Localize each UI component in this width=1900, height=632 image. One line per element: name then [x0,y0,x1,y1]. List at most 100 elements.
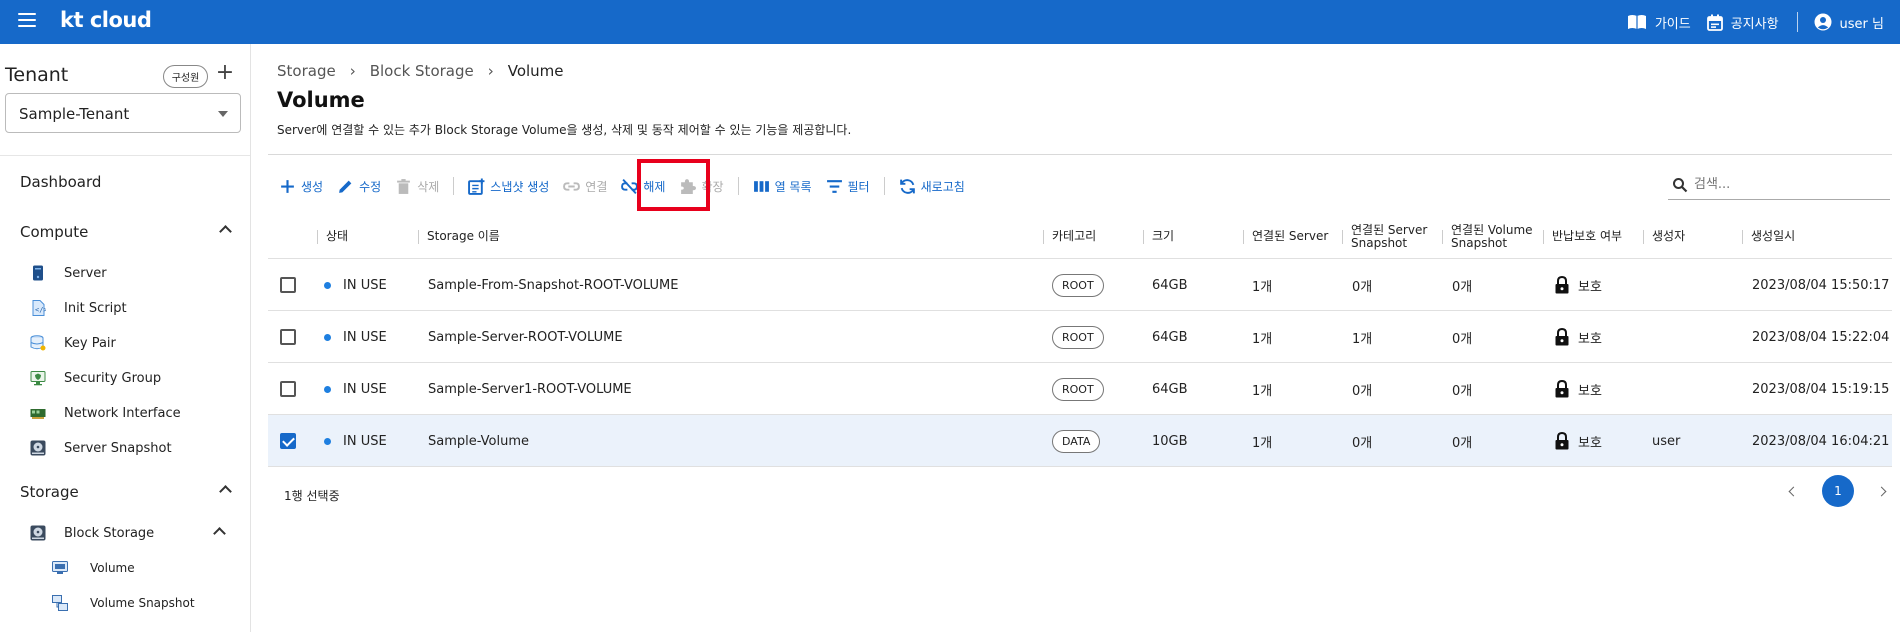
edit-button[interactable]: 수정 [337,178,381,195]
extend-label: 확장 [701,179,724,194]
database-key-icon [30,335,46,351]
status-cell: IN USE [343,433,387,449]
volume-snapshot-cell: 0개 [1452,383,1473,399]
col-divider [1342,230,1343,244]
create-snapshot-button[interactable]: 스냅샷 생성 [468,178,549,195]
col-server-snapshot-header[interactable]: 연결된 Server Snapshot [1342,214,1428,259]
col-creator-header[interactable]: 생성자 [1643,214,1685,259]
sidebar-item-init-script[interactable]: </> Init Script [30,300,127,316]
dropdown-arrow-icon [218,111,228,117]
status-dot-icon [324,281,331,289]
sidebar-item-dashboard[interactable]: Dashboard [20,173,101,191]
sidebar-item-server-snapshot[interactable]: Server Snapshot [30,440,172,456]
lock-icon [1555,328,1569,346]
sidebar-item-volume-snapshot[interactable]: Volume Snapshot [52,595,195,611]
logo-kt: kt [60,8,84,32]
sidebar-item-block-storage[interactable]: Block Storage [30,525,240,541]
create-button[interactable]: 생성 [279,178,323,195]
notice-link[interactable]: 공지사항 [1706,13,1779,32]
search-box[interactable] [1668,170,1890,200]
add-tenant-button[interactable]: + [215,62,235,86]
prev-page-icon[interactable] [1786,481,1800,501]
selected-count: 1행 선택중 [284,489,340,503]
col-label: 크기 [1152,229,1175,243]
server-snapshot-cell: 0개 [1352,435,1373,451]
kt-cloud-logo[interactable]: kt cloud [60,8,152,32]
guide-link[interactable]: 가이드 [1627,13,1691,32]
attach-button[interactable]: 연결 [563,178,607,195]
breadcrumb-separator-icon: › [349,62,356,80]
col-server-header[interactable]: 연결된 Server [1243,214,1328,259]
hamburger-menu-icon[interactable] [18,13,36,29]
volume-snapshot-cell: 0개 [1452,435,1473,451]
action-toolbar: 생성 수정 삭제 스냅샷 생성 연결 해제 확장 열 목록 필터 새로고침 [279,175,979,197]
columns-button[interactable]: 열 목록 [753,178,812,195]
row-checkbox[interactable] [280,277,296,293]
network-card-icon [30,409,46,419]
creator-cell: user [1652,433,1681,449]
sidebar-item-security-group[interactable]: Security Group [30,370,161,386]
col-divider [1243,230,1244,244]
filter-button[interactable]: 필터 [826,178,870,195]
sidebar-item-key-pair[interactable]: Key Pair [30,335,116,351]
col-divider [418,230,419,244]
sidebar-item-volume[interactable]: Volume [52,560,135,576]
row-checkbox[interactable] [280,433,296,449]
delete-label: 삭제 [417,179,440,194]
sidebar-item-label: Key Pair [64,335,116,351]
protect-cell: 보호 [1578,435,1602,451]
col-name-header[interactable]: Storage 이름 [418,214,500,259]
detach-label: 해제 [643,179,666,194]
extend-button[interactable]: 확장 [679,178,724,195]
edit-label: 수정 [359,179,382,194]
page-description: Server에 연결할 수 있는 추가 Block Storage Volume… [277,123,852,137]
header-divider [268,154,1892,155]
account-circle-icon [1814,13,1832,31]
col-protect-header[interactable]: 반납보호 여부 [1543,214,1622,259]
volume-snapshot-icon [52,595,68,611]
page-1-button[interactable]: 1 [1822,475,1854,507]
sidebar-item-network-interface[interactable]: Network Interface [30,405,181,421]
col-created-header[interactable]: 생성일시 [1742,214,1795,259]
detach-button[interactable]: 해제 [621,178,665,195]
created-cell: 2023/08/04 15:19:15 [1752,381,1890,397]
col-label-line1: 연결된 Server [1351,222,1428,237]
breadcrumb-storage[interactable]: Storage [277,62,336,80]
table-row[interactable]: IN USE Sample-Server1-ROOT-VOLUME ROOT 6… [268,363,1892,415]
member-button[interactable]: 구성원 [163,65,208,88]
sidebar-item-label: Server [64,265,107,281]
status-cell: IN USE [343,329,387,345]
col-category-header[interactable]: 카테고리 [1043,214,1096,259]
sidebar-item-server[interactable]: Server [30,265,107,281]
search-input[interactable] [1694,177,1874,192]
table-row[interactable]: IN USE Sample-From-Snapshot-ROOT-VOLUME … [268,259,1892,311]
columns-label: 열 목록 [774,179,812,194]
row-checkbox[interactable] [280,381,296,397]
sidebar-section-storage[interactable]: Storage [20,483,232,501]
col-status-header[interactable]: 상태 [317,214,348,259]
table-row[interactable]: IN USE Sample-Volume DATA 10GB 1개 0개 0개 … [268,415,1892,467]
server-snapshot-cell: 0개 [1352,383,1373,399]
tenant-select[interactable]: Sample-Tenant [5,93,241,133]
server-snapshot-cell: 0개 [1352,279,1373,295]
name-cell: Sample-Server1-ROOT-VOLUME [428,381,632,397]
next-page-icon[interactable] [1876,481,1890,501]
row-checkbox[interactable] [280,329,296,345]
server-cell: 1개 [1252,383,1273,399]
chevron-up-icon [219,225,232,238]
col-size-header[interactable]: 크기 [1143,214,1175,259]
user-menu[interactable]: user 님 [1814,13,1884,32]
col-divider [1143,230,1144,244]
search-icon [1673,177,1688,192]
col-label: 연결된 Volume Snapshot [1451,223,1533,250]
breadcrumb-block-storage[interactable]: Block Storage [370,62,474,80]
refresh-icon [899,178,915,194]
filter-icon [826,179,842,193]
col-volume-snapshot-header[interactable]: 연결된 Volume Snapshot [1442,214,1533,259]
sidebar-section-compute[interactable]: Compute [20,223,232,241]
storage-label: Storage [20,483,79,501]
refresh-button[interactable]: 새로고침 [899,178,965,195]
toolbar-divider [737,177,739,195]
table-row[interactable]: IN USE Sample-Server-ROOT-VOLUME ROOT 64… [268,311,1892,363]
delete-button[interactable]: 삭제 [395,178,439,195]
